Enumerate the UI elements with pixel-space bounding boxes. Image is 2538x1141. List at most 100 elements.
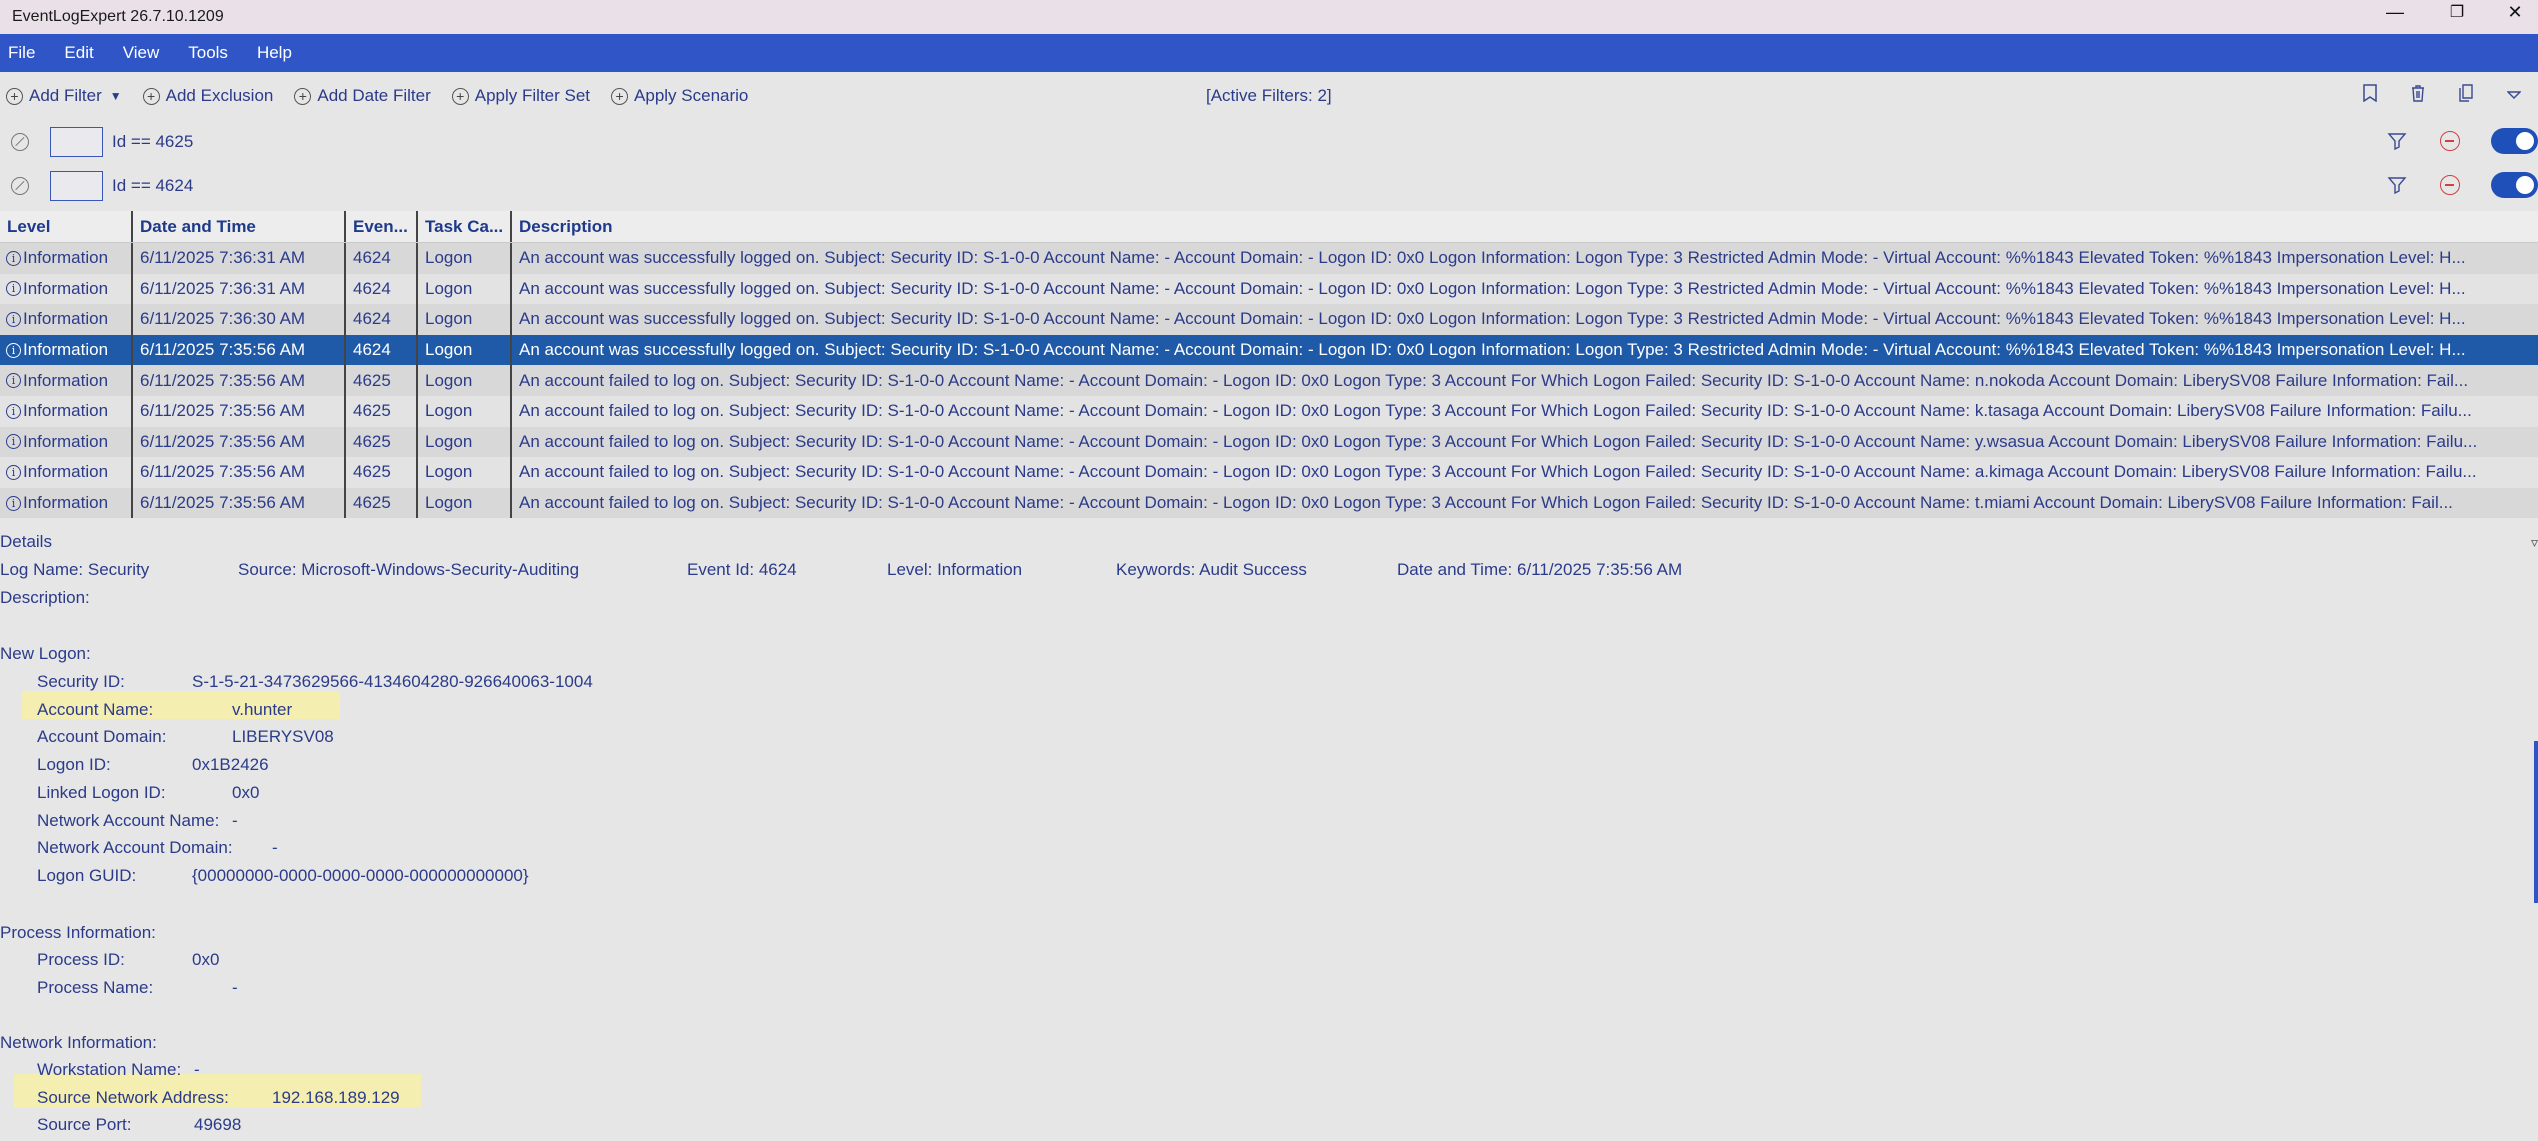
apply-scenario-button[interactable]: + Apply Scenario bbox=[611, 86, 748, 106]
table-row[interactable]: i Information 6/11/2025 7:35:56 AM 4625 Logo… bbox=[0, 426, 2538, 458]
column-header-task-category[interactable]: Task Ca... bbox=[418, 211, 512, 242]
cell-event-id: 4624 bbox=[346, 273, 418, 305]
details-meta: Log Name: Security Source: Microsoft-Win… bbox=[0, 560, 2538, 582]
add-exclusion-button[interactable]: + Add Exclusion bbox=[142, 86, 274, 106]
table-row[interactable]: i Information 6/11/2025 7:35:56 AM 4625 Logo… bbox=[0, 487, 2538, 519]
cell-event-id: 4625 bbox=[346, 395, 418, 427]
cell-task-category: Logon bbox=[418, 457, 512, 488]
table-row[interactable]: i Information 6/11/2025 7:35:56 AM 4625 Logo… bbox=[0, 365, 2538, 396]
cell-description: An account was successfully logged on. S… bbox=[519, 309, 2466, 329]
info-icon: i bbox=[6, 464, 21, 480]
cell-level: i Information bbox=[0, 304, 133, 335]
detail-value: 0x0 bbox=[232, 782, 260, 802]
cell-date: 6/11/2025 7:36:31 AM bbox=[133, 273, 346, 305]
table-row[interactable]: i Information 6/11/2025 7:36:31 AM 4624 Logo… bbox=[0, 273, 2538, 305]
grid-header: Level Date and Time Even... Task Ca... D… bbox=[0, 211, 2538, 243]
details-scrollbar[interactable] bbox=[2534, 741, 2538, 903]
cell-event-id: 4625 bbox=[346, 487, 418, 519]
detail-key: Workstation Name: bbox=[37, 1060, 182, 1079]
detail-value: v.hunter bbox=[232, 699, 293, 719]
detail-value: - bbox=[232, 977, 238, 997]
level-text: Information bbox=[23, 278, 109, 298]
info-icon: i bbox=[6, 373, 21, 389]
remove-filter-icon[interactable] bbox=[2440, 131, 2460, 151]
copy-icon[interactable] bbox=[2442, 84, 2490, 107]
table-row[interactable]: i Information 6/11/2025 7:35:56 AM 4625 Logo… bbox=[0, 395, 2538, 427]
filter-expression[interactable]: Id == 4624 bbox=[112, 176, 193, 196]
dropdown-arrow-icon[interactable]: ▼ bbox=[110, 89, 122, 103]
filter-toolbar: + Add Filter ▼ + Add Exclusion + Add Dat… bbox=[0, 72, 2538, 120]
cell-description: An account was successfully logged on. S… bbox=[519, 340, 2466, 360]
table-row[interactable]: i Information 6/11/2025 7:35:56 AM 4624 Logo… bbox=[0, 334, 2538, 366]
meta-level: Level: Information bbox=[887, 560, 1023, 579]
filter-row: Id == 4625 bbox=[0, 120, 2538, 164]
cell-date: 6/11/2025 7:35:56 AM bbox=[133, 426, 346, 458]
column-header-event-id[interactable]: Even... bbox=[346, 211, 418, 242]
cell-level: i Information bbox=[0, 334, 133, 366]
cell-event-id: 4625 bbox=[346, 365, 418, 396]
details-pane: Details ▿ Log Name: Security Source: Mic… bbox=[0, 530, 2538, 1141]
add-filter-button[interactable]: + Add Filter ▼ bbox=[6, 86, 122, 106]
detail-value: - bbox=[232, 810, 238, 830]
apply-filter-set-button[interactable]: + Apply Filter Set bbox=[451, 86, 591, 106]
column-header-description[interactable]: Description bbox=[512, 211, 2538, 242]
detail-key: Network Account Name: bbox=[37, 810, 220, 830]
filter-color-box[interactable] bbox=[50, 171, 103, 201]
filter-color-box[interactable] bbox=[50, 127, 103, 157]
filter-enabled-toggle[interactable] bbox=[2491, 172, 2538, 198]
cell-task-category: Logon bbox=[418, 304, 512, 335]
detail-key: Logon ID: bbox=[37, 755, 111, 775]
detail-key: Linked Logon ID: bbox=[37, 782, 166, 802]
cell-task-category: Logon bbox=[418, 243, 512, 274]
cell-description: An account failed to log on. Subject: Se… bbox=[519, 370, 2469, 390]
remove-filter-icon[interactable] bbox=[2440, 175, 2460, 195]
column-header-level[interactable]: Level bbox=[0, 211, 133, 242]
network-info-header: Network Information: bbox=[0, 1033, 157, 1052]
menu-file[interactable]: File bbox=[8, 43, 35, 63]
menu-tools[interactable]: Tools bbox=[188, 43, 228, 63]
disable-filter-icon[interactable] bbox=[11, 177, 29, 195]
table-row[interactable]: i Information 6/11/2025 7:36:30 AM 4624 Logo… bbox=[0, 304, 2538, 335]
detail-value: - bbox=[194, 1060, 200, 1079]
plus-icon: + bbox=[611, 87, 629, 105]
detail-value: 192.168.189.129 bbox=[272, 1087, 400, 1107]
menu-help[interactable]: Help bbox=[257, 43, 292, 63]
apply-filter-set-label: Apply Filter Set bbox=[474, 86, 591, 105]
restore-button[interactable]: ❐ bbox=[2442, 0, 2472, 24]
cell-description: An account was successfully logged on. S… bbox=[519, 278, 2466, 298]
bookmark-icon[interactable] bbox=[2346, 84, 2394, 107]
column-header-date[interactable]: Date and Time bbox=[133, 211, 346, 242]
event-grid: Level Date and Time Even... Task Ca... D… bbox=[0, 211, 2538, 519]
cell-level: i Information bbox=[0, 243, 133, 274]
table-row[interactable]: i Information 6/11/2025 7:36:31 AM 4624 Logo… bbox=[0, 243, 2538, 274]
info-icon: i bbox=[6, 250, 21, 266]
title-bar: EventLogExpert 26.7.10.1209 — ❐ ✕ bbox=[0, 0, 2538, 34]
trash-icon[interactable] bbox=[2394, 84, 2442, 107]
level-text: Information bbox=[23, 493, 109, 513]
cell-level: i Information bbox=[0, 426, 133, 458]
collapse-icon[interactable]: ▿ bbox=[2531, 534, 2538, 551]
add-date-filter-button[interactable]: + Add Date Filter bbox=[294, 86, 431, 106]
funnel-icon[interactable] bbox=[2387, 175, 2407, 195]
add-filter-label: Add Filter bbox=[29, 86, 102, 105]
filter-enabled-toggle[interactable] bbox=[2491, 128, 2538, 154]
funnel-icon[interactable] bbox=[2387, 131, 2407, 151]
toolbar-right-icons bbox=[2346, 84, 2538, 107]
cell-task-category: Logon bbox=[418, 426, 512, 458]
info-icon: i bbox=[6, 281, 21, 297]
detail-value: 0x0 bbox=[192, 950, 220, 969]
cell-task-category: Logon bbox=[418, 365, 512, 396]
add-exclusion-label: Add Exclusion bbox=[165, 86, 274, 105]
chevron-down-icon[interactable] bbox=[2490, 84, 2538, 107]
minimize-button[interactable]: — bbox=[2380, 0, 2410, 24]
disable-filter-icon[interactable] bbox=[11, 133, 29, 151]
table-row[interactable]: i Information 6/11/2025 7:35:56 AM 4625 Logo… bbox=[0, 457, 2538, 488]
cell-date: 6/11/2025 7:35:56 AM bbox=[133, 395, 346, 427]
menu-edit[interactable]: Edit bbox=[64, 43, 93, 63]
cell-level: i Information bbox=[0, 457, 133, 488]
menu-view[interactable]: View bbox=[123, 43, 160, 63]
filter-expression[interactable]: Id == 4625 bbox=[112, 132, 193, 152]
close-button[interactable]: ✕ bbox=[2500, 0, 2530, 24]
plus-icon: + bbox=[294, 87, 312, 105]
cell-task-category: Logon bbox=[418, 395, 512, 427]
